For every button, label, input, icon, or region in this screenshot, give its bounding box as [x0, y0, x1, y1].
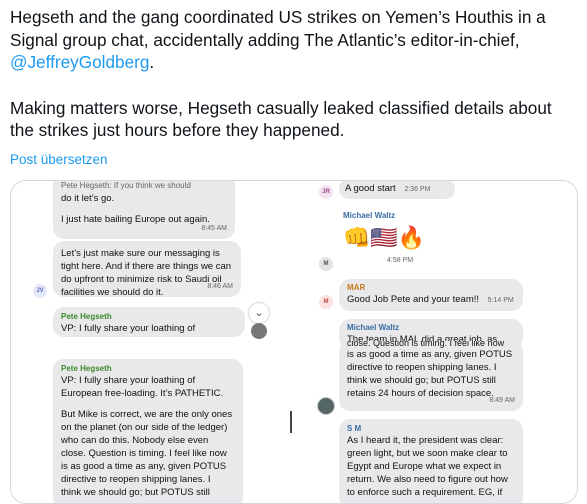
translate-post-link[interactable]: Post übersetzen [10, 152, 108, 167]
avatar [317, 397, 335, 415]
left-chat-screenshot: Pete Hegseth: If you think we should do … [11, 181, 279, 503]
message-line: close. Question is timing. I feel like n… [61, 448, 227, 459]
message-line: Good Job Pete and your team!! [347, 294, 480, 305]
avatar: M [319, 295, 333, 309]
mention-link[interactable]: @JeffreyGoldberg [10, 52, 149, 72]
message-line: European free-loading. It’s PATHETIC. [61, 388, 224, 399]
message-line: is as good a time as any, given POTUS [61, 461, 227, 472]
avatar [251, 323, 267, 339]
sender-name: Pete Hegseth [61, 364, 112, 373]
message-line: to enforce such a requirement. EG, if [347, 487, 503, 498]
message-bubble: MAR Good Job Pete and your team!! 5:14 P… [339, 279, 523, 311]
message-line: But Mike is correct, we are the only one… [61, 409, 233, 420]
tweet-punct: . [149, 52, 155, 73]
message-bubble: Pete Hegseth VP: I fully share your loat… [53, 359, 243, 503]
tweet-line: Making matters worse, Hegseth casually l… [10, 97, 552, 118]
sender-name: Pete Hegseth [61, 312, 112, 321]
message-cutoff-line: Pete Hegseth: If you think we should [61, 181, 191, 190]
tweet-line: the strikes just hours before they happe… [10, 120, 345, 141]
message-bubble: Pete Hegseth VP: I fully share your loat… [53, 307, 245, 337]
message-line: VP: I fully share your loathing of [61, 375, 196, 386]
avatar: JV [33, 284, 47, 298]
emoji-reaction: 👊🇺🇸🔥 [343, 225, 426, 250]
message-bubble: Pete Hegseth: If you think we should do … [53, 181, 235, 239]
message-line: think we should go; but POTUS still [61, 487, 210, 498]
message-time: 8:45 AM [201, 225, 227, 232]
message-line: Let’s just make sure our messaging is [61, 248, 220, 259]
avatar: M [319, 257, 333, 271]
message-line: do it let’s go. [61, 193, 115, 204]
message-line: return. We also need to figure out how [347, 474, 508, 485]
message-bubble: S M As I heard it, the president was cle… [339, 419, 523, 503]
message-bubble: A good start 2:36 PM [339, 181, 455, 199]
message-line: VP: I fully share your loathing of [61, 323, 196, 334]
message-time: 5:14 PM [487, 297, 514, 304]
message-time: 8:46 AM [207, 283, 233, 290]
sender-name: Michael Waltz [343, 211, 396, 220]
image-divider [290, 411, 292, 433]
message-line: on the planet (on our side of the ledger… [61, 422, 228, 433]
sender-name: Michael Waltz [347, 323, 400, 332]
message-bubble: close. Question is timing. I feel like n… [339, 341, 523, 411]
sender-name: S M [347, 424, 362, 433]
tweet-media-image[interactable]: Pete Hegseth: If you think we should do … [10, 180, 578, 504]
message-line: directive to reopen shipping lanes. I [61, 474, 211, 485]
message-line: green light, but we soon make clear to [347, 448, 508, 459]
message-cutoff-line: close. Question is timing. I feel like n… [347, 341, 505, 348]
message-line: A good start [345, 183, 396, 194]
message-line: who can do this. Nobody else even [61, 435, 209, 446]
sender-name: MAR [347, 283, 366, 292]
tweet-line: Hegseth and the gang coordinated US stri… [10, 7, 546, 27]
tweet-line: Signal group chat, accidentally adding T… [10, 29, 520, 50]
message-line: tight here. And if there are things we c… [61, 261, 232, 272]
message-line: As I heard it, the president was clear: [347, 435, 504, 446]
avatar: JR [319, 185, 333, 199]
message-time: 2:36 PM [404, 186, 431, 193]
message-bubble: Let’s just make sure our messaging is ti… [53, 241, 241, 298]
message-line: directive to reopen shipping lanes. I [347, 362, 497, 373]
tweet-text: Hegseth and the gang coordinated US stri… [10, 6, 575, 142]
scroll-down-button[interactable]: ⌄ [249, 303, 269, 323]
message-line: think we should go; but POTUS still [347, 375, 496, 386]
message-line: is as good a time as any, given POTUS [347, 349, 513, 360]
message-time: 4:58 PM [387, 257, 414, 264]
message-time: 8:49 AM [489, 397, 515, 404]
right-chat-screenshot: JR A good start 2:36 PM Michael Waltz 👊🇺… [309, 181, 577, 503]
message-line: Egypt and Europe what we expect in [347, 461, 502, 472]
